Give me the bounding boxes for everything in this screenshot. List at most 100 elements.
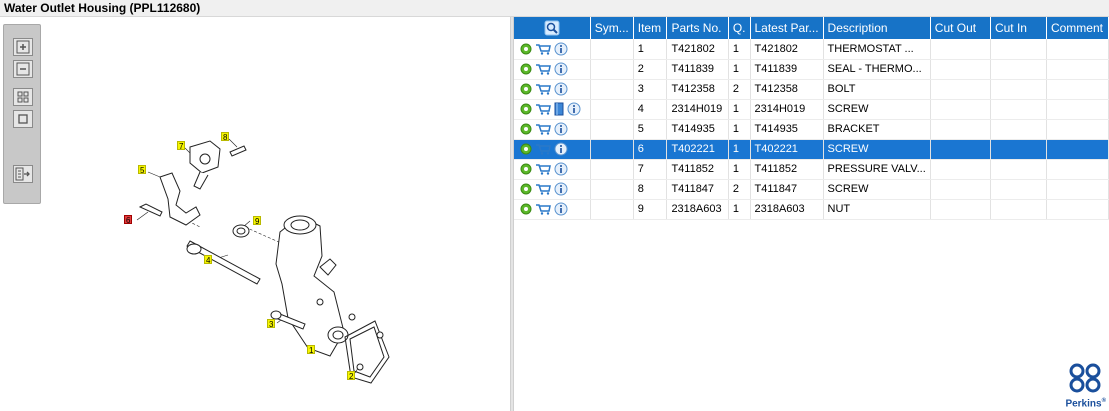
cell-quantity[interactable]: 1 xyxy=(728,99,751,120)
callout-9[interactable]: 9 xyxy=(253,216,262,226)
info-icon[interactable] xyxy=(554,182,568,196)
cell-comment[interactable] xyxy=(1046,159,1109,180)
cell-cut-in[interactable] xyxy=(990,199,1047,220)
cell-cut-in[interactable] xyxy=(990,139,1047,160)
cell-quantity[interactable]: 1 xyxy=(728,159,751,180)
cell-parts-no[interactable]: T411839 xyxy=(666,59,729,80)
gear-icon[interactable] xyxy=(520,203,532,215)
cell-description[interactable]: SCREW xyxy=(823,99,931,120)
callout-4[interactable]: 4 xyxy=(204,255,213,265)
cell-latest-part[interactable]: T412358 xyxy=(750,79,824,100)
cell-symbol[interactable] xyxy=(590,59,634,80)
info-icon[interactable] xyxy=(554,162,568,176)
cell-description[interactable]: NUT xyxy=(823,199,931,220)
column-header-quantity[interactable]: Q. xyxy=(728,17,751,39)
book-icon[interactable] xyxy=(554,102,564,116)
cell-quantity[interactable]: 1 xyxy=(728,139,751,160)
cart-icon[interactable] xyxy=(535,43,551,55)
cell-latest-part[interactable]: T411839 xyxy=(750,59,824,80)
column-header-symbol[interactable]: Sym... xyxy=(590,17,634,39)
cell-parts-no[interactable]: 2314H019 xyxy=(666,99,729,120)
cell-symbol[interactable] xyxy=(590,179,634,200)
gear-icon[interactable] xyxy=(520,163,532,175)
cell-quantity[interactable]: 1 xyxy=(728,119,751,140)
cell-cut-in[interactable] xyxy=(990,179,1047,200)
cell-parts-no[interactable]: T421802 xyxy=(666,39,729,60)
cell-comment[interactable] xyxy=(1046,179,1109,200)
cell-quantity[interactable]: 1 xyxy=(728,199,751,220)
gear-icon[interactable] xyxy=(520,143,532,155)
cell-description[interactable]: SEAL - THERMO... xyxy=(823,59,931,80)
callout-6[interactable]: 6 xyxy=(124,215,133,225)
cell-cut-in[interactable] xyxy=(990,39,1047,60)
cell-cut-out[interactable] xyxy=(930,159,991,180)
cell-latest-part[interactable]: T411847 xyxy=(750,179,824,200)
cell-quantity[interactable]: 2 xyxy=(728,179,751,200)
cell-cut-out[interactable] xyxy=(930,99,991,120)
callout-5[interactable]: 5 xyxy=(138,165,147,175)
column-header-item[interactable]: Item xyxy=(633,17,668,39)
cell-cut-in[interactable] xyxy=(990,159,1047,180)
cell-cut-in[interactable] xyxy=(990,99,1047,120)
cell-comment[interactable] xyxy=(1046,119,1109,140)
cart-icon[interactable] xyxy=(535,203,551,215)
cell-comment[interactable] xyxy=(1046,59,1109,80)
cell-parts-no[interactable]: T402221 xyxy=(666,139,729,160)
info-icon[interactable] xyxy=(567,102,581,116)
cell-cut-out[interactable] xyxy=(930,139,991,160)
cell-symbol[interactable] xyxy=(590,39,634,60)
cart-icon[interactable] xyxy=(535,123,551,135)
cell-item[interactable]: 4 xyxy=(633,99,668,120)
cell-latest-part[interactable]: 2314H019 xyxy=(750,99,824,120)
cell-quantity[interactable]: 1 xyxy=(728,39,751,60)
cell-comment[interactable] xyxy=(1046,139,1109,160)
cell-latest-part[interactable]: T402221 xyxy=(750,139,824,160)
cell-cut-out[interactable] xyxy=(930,59,991,80)
gear-icon[interactable] xyxy=(520,83,532,95)
cell-symbol[interactable] xyxy=(590,119,634,140)
cell-latest-part[interactable]: 2318A603 xyxy=(750,199,824,220)
cell-parts-no[interactable]: T414935 xyxy=(666,119,729,140)
cell-cut-out[interactable] xyxy=(930,39,991,60)
cell-item[interactable]: 8 xyxy=(633,179,668,200)
table-row[interactable]: 4 2314H019 1 2314H019 SCREW xyxy=(514,99,1109,120)
info-icon[interactable] xyxy=(554,42,568,56)
cell-cut-in[interactable] xyxy=(990,59,1047,80)
callout-8[interactable]: 8 xyxy=(221,132,230,142)
cell-description[interactable]: SCREW xyxy=(823,139,931,160)
cell-latest-part[interactable]: T414935 xyxy=(750,119,824,140)
cell-cut-out[interactable] xyxy=(930,79,991,100)
callout-7[interactable]: 7 xyxy=(177,141,186,151)
callout-3[interactable]: 3 xyxy=(267,319,276,329)
info-icon[interactable] xyxy=(554,82,568,96)
cell-parts-no[interactable]: T411852 xyxy=(666,159,729,180)
cell-item[interactable]: 9 xyxy=(633,199,668,220)
cell-cut-in[interactable] xyxy=(990,79,1047,100)
column-header-latest-part[interactable]: Latest Par... xyxy=(750,17,824,39)
callout-2[interactable]: 2 xyxy=(347,371,356,381)
table-row[interactable]: 1 T421802 1 T421802 THERMOSTAT ... xyxy=(514,39,1109,60)
column-header-cut-in[interactable]: Cut In xyxy=(990,17,1047,39)
cell-latest-part[interactable]: T411852 xyxy=(750,159,824,180)
cart-icon[interactable] xyxy=(535,63,551,75)
cell-cut-out[interactable] xyxy=(930,119,991,140)
cell-cut-out[interactable] xyxy=(930,179,991,200)
cell-description[interactable]: PRESSURE VALV... xyxy=(823,159,931,180)
column-header-description[interactable]: Description xyxy=(823,17,931,39)
cell-comment[interactable] xyxy=(1046,199,1109,220)
cart-icon[interactable] xyxy=(535,83,551,95)
column-header-parts-no[interactable]: Parts No. xyxy=(666,17,729,39)
cell-quantity[interactable]: 2 xyxy=(728,79,751,100)
cell-symbol[interactable] xyxy=(590,199,634,220)
info-icon[interactable] xyxy=(554,142,568,156)
cell-cut-in[interactable] xyxy=(990,119,1047,140)
cell-parts-no[interactable]: T412358 xyxy=(666,79,729,100)
cell-symbol[interactable] xyxy=(590,99,634,120)
info-icon[interactable] xyxy=(554,202,568,216)
cell-comment[interactable] xyxy=(1046,79,1109,100)
cell-item[interactable]: 7 xyxy=(633,159,668,180)
table-row[interactable]: 8 T411847 2 T411847 SCREW xyxy=(514,179,1109,200)
gear-icon[interactable] xyxy=(520,123,532,135)
cart-icon[interactable] xyxy=(535,143,551,155)
search-parts-icon[interactable] xyxy=(544,20,560,36)
